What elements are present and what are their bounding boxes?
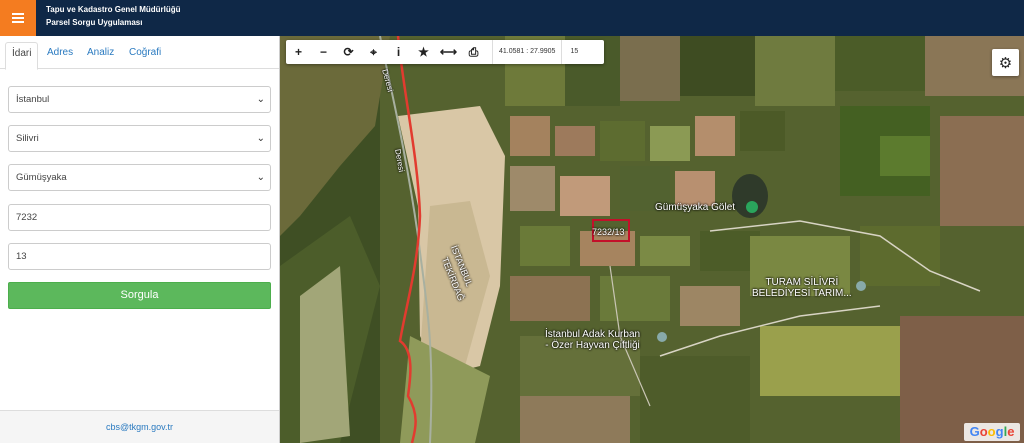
plus-icon: + xyxy=(294,45,302,59)
farm-label-line2: - Özer Hayvan Çiftliği xyxy=(545,340,640,351)
tab-bar: İdari Adres Analiz Coğrafi xyxy=(0,36,279,70)
app-title-line2: Parsel Sorgu Uygulaması xyxy=(46,18,143,27)
turam-label: TURAM SİLİVRİ BELEDİYESİ TARIM... xyxy=(752,277,852,299)
print-button[interactable]: ⎙ xyxy=(461,40,486,64)
sidebar: İdari Adres Analiz Coğrafi İstanbul ⌄ Si… xyxy=(0,36,280,443)
coordinate-readout: 41.0581 : 27.9905 xyxy=(492,40,563,64)
district-value: Silivri xyxy=(16,133,39,144)
ruler-icon: ⟷ xyxy=(439,45,458,59)
map-view[interactable]: + − ⟳ ⌖ i ★ ⟷ ⎙ 41.0581 : 27.9905 15 ⚙ 7… xyxy=(280,36,1024,443)
map-toolbar: + − ⟳ ⌖ i ★ ⟷ ⎙ 41.0581 : 27.9905 15 xyxy=(286,40,604,64)
star-icon: ★ xyxy=(418,45,429,59)
refresh-button[interactable]: ⟳ xyxy=(336,40,361,64)
district-select[interactable]: Silivri ⌄ xyxy=(8,125,271,152)
satellite-imagery xyxy=(280,36,1024,443)
app-title-line1: Tapu ve Kadastro Genel Müdürlüğü xyxy=(46,5,181,14)
zoom-level: 15 xyxy=(570,48,579,55)
app-title: Tapu ve Kadastro Genel Müdürlüğü Parsel … xyxy=(46,3,181,29)
neighborhood-select[interactable]: Gümüşyaka ⌄ xyxy=(8,164,271,191)
gear-icon: ⚙ xyxy=(998,54,1013,72)
top-bar: Tapu ve Kadastro Genel Müdürlüğü Parsel … xyxy=(0,0,1024,36)
footer: cbs@tkgm.gov.tr xyxy=(0,410,279,443)
map-settings-button[interactable]: ⚙ xyxy=(992,49,1019,76)
tab-idari[interactable]: İdari xyxy=(5,42,39,70)
zoom-in-button[interactable]: + xyxy=(286,40,311,64)
farm-label-line1: İstanbul Adak Kurban xyxy=(545,329,641,340)
crosshair-icon: ⌖ xyxy=(370,44,377,59)
farm-label: İstanbul Adak Kurban - Özer Hayvan Çiftl… xyxy=(545,329,640,351)
province-select[interactable]: İstanbul ⌄ xyxy=(8,86,271,113)
info-icon: i xyxy=(396,45,401,59)
query-button[interactable]: Sorgula xyxy=(8,282,271,309)
tab-cografi[interactable]: Coğrafi xyxy=(123,42,167,69)
tab-analiz[interactable]: Analiz xyxy=(81,42,120,69)
zoom-out-button[interactable]: − xyxy=(311,40,336,64)
refresh-icon: ⟳ xyxy=(343,45,354,59)
hamburger-icon xyxy=(12,12,24,24)
hamburger-menu-button[interactable] xyxy=(0,0,36,36)
chevron-down-icon: ⌄ xyxy=(256,94,265,105)
bookmark-button[interactable]: ★ xyxy=(411,40,436,64)
province-value: İstanbul xyxy=(16,94,50,105)
parcel-input[interactable]: 13 xyxy=(8,243,271,270)
google-attribution: Google xyxy=(964,423,1020,441)
parcel-label: 7232/13 xyxy=(592,227,625,237)
print-icon: ⎙ xyxy=(468,44,479,59)
contact-email-link[interactable]: cbs@tkgm.gov.tr xyxy=(106,422,173,432)
turam-label-line1: TURAM SİLİVRİ xyxy=(765,277,839,288)
turam-label-line2: BELEDİYESİ TARIM... xyxy=(752,288,852,299)
neighborhood-value: Gümüşyaka xyxy=(16,172,67,183)
minus-icon: − xyxy=(319,45,327,59)
block-input[interactable]: 7232 xyxy=(8,204,271,231)
tab-adres[interactable]: Adres xyxy=(41,42,79,69)
measure-button[interactable]: ⟷ xyxy=(436,40,461,64)
chevron-down-icon: ⌄ xyxy=(256,172,265,183)
chevron-down-icon: ⌄ xyxy=(256,133,265,144)
locate-button[interactable]: ⌖ xyxy=(361,40,386,64)
info-button[interactable]: i xyxy=(386,40,411,64)
pond-label: Gümüşyaka Gölet xyxy=(655,202,736,213)
